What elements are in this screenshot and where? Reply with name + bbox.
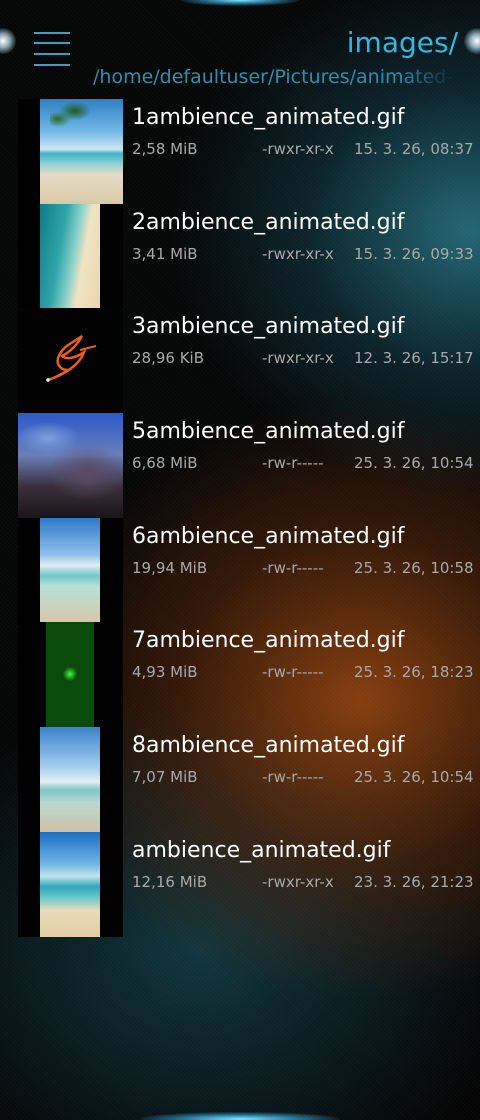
file-row[interactable]: 1ambience_animated.gif 2,58 MiB -rwxr-xr… [0, 99, 480, 204]
file-size: 3,41 MiB [132, 244, 198, 263]
file-permissions: -rw-r----- [262, 558, 324, 577]
file-modified-date: 25. 3. 26, 10:54 [354, 454, 474, 473]
file-permissions: -rw-r----- [262, 663, 324, 682]
file-modified-date: 25. 3. 26, 10:58 [354, 558, 474, 577]
file-size: 7,07 MiB [132, 768, 198, 787]
file-name: 3ambience_animated.gif [132, 314, 405, 340]
file-permissions: -rw-r----- [262, 768, 324, 787]
left-pulley-indicator [0, 28, 16, 54]
page-title: images/ [346, 26, 458, 59]
file-permissions: -rw-r----- [262, 454, 324, 473]
file-permissions: -rwxr-xr-x [262, 349, 334, 368]
file-thumbnail [18, 308, 123, 414]
file-modified-date: 25. 3. 26, 10:54 [354, 768, 474, 787]
file-size: 6,68 MiB [132, 454, 198, 473]
file-row[interactable]: 5ambience_animated.gif 6,68 MiB -rw-r---… [0, 413, 480, 519]
file-thumbnail [18, 99, 123, 204]
file-permissions: -rwxr-xr-x [262, 244, 334, 263]
file-thumbnail [18, 727, 123, 833]
file-size: 4,93 MiB [132, 663, 198, 682]
file-permissions: -rwxr-xr-x [262, 140, 334, 158]
file-row[interactable]: 3ambience_animated.gif 28,96 KiB -rwxr-x… [0, 308, 480, 414]
right-pulley-indicator [464, 28, 480, 54]
file-thumbnail [18, 203, 123, 309]
file-modified-date: 25. 3. 26, 18:23 [354, 663, 474, 682]
file-name: 5ambience_animated.gif [132, 419, 405, 445]
file-modified-date: 15. 3. 26, 08:37 [354, 140, 474, 158]
file-modified-date: 15. 3. 26, 09:33 [354, 244, 474, 263]
file-name: 6ambience_animated.gif [132, 523, 405, 549]
menu-icon[interactable] [34, 30, 70, 68]
file-thumbnail [18, 517, 123, 623]
bottom-edge-glow [140, 1112, 340, 1120]
file-size: 19,94 MiB [132, 558, 208, 577]
file-modified-date: 23. 3. 26, 21:23 [354, 872, 474, 891]
file-row[interactable]: 7ambience_animated.gif 4,93 MiB -rw-r---… [0, 622, 480, 728]
directory-path: /home/defaultuser/Pictures/animated-ambi… [93, 66, 455, 88]
file-row[interactable]: 2ambience_animated.gif 3,41 MiB -rwxr-xr… [0, 203, 480, 309]
file-size: 28,96 KiB [132, 349, 205, 368]
file-permissions: -rwxr-xr-x [262, 872, 334, 891]
file-name: 1ambience_animated.gif [132, 105, 405, 130]
file-name: 2ambience_animated.gif [132, 209, 405, 235]
file-name: 8ambience_animated.gif [132, 733, 405, 759]
top-edge-glow [180, 0, 300, 6]
file-thumbnail [18, 622, 123, 728]
file-list: 1ambience_animated.gif 2,58 MiB -rwxr-xr… [0, 99, 480, 937]
file-thumbnail [18, 413, 123, 519]
file-size: 12,16 MiB [132, 872, 208, 891]
file-row[interactable]: 6ambience_animated.gif 19,94 MiB -rw-r--… [0, 517, 480, 623]
file-modified-date: 12. 3. 26, 15:17 [354, 349, 474, 368]
file-thumbnail [18, 831, 123, 937]
file-size: 2,58 MiB [132, 140, 198, 158]
file-name: ambience_animated.gif [132, 837, 391, 863]
swordfish-logo-icon [46, 335, 97, 383]
file-row[interactable]: ambience_animated.gif 12,16 MiB -rwxr-xr… [0, 831, 480, 937]
file-row[interactable]: 8ambience_animated.gif 7,07 MiB -rw-r---… [0, 727, 480, 833]
file-name: 7ambience_animated.gif [132, 628, 405, 654]
file-browser-screen: images/ /home/defaultuser/Pictures/anima… [0, 0, 480, 1120]
